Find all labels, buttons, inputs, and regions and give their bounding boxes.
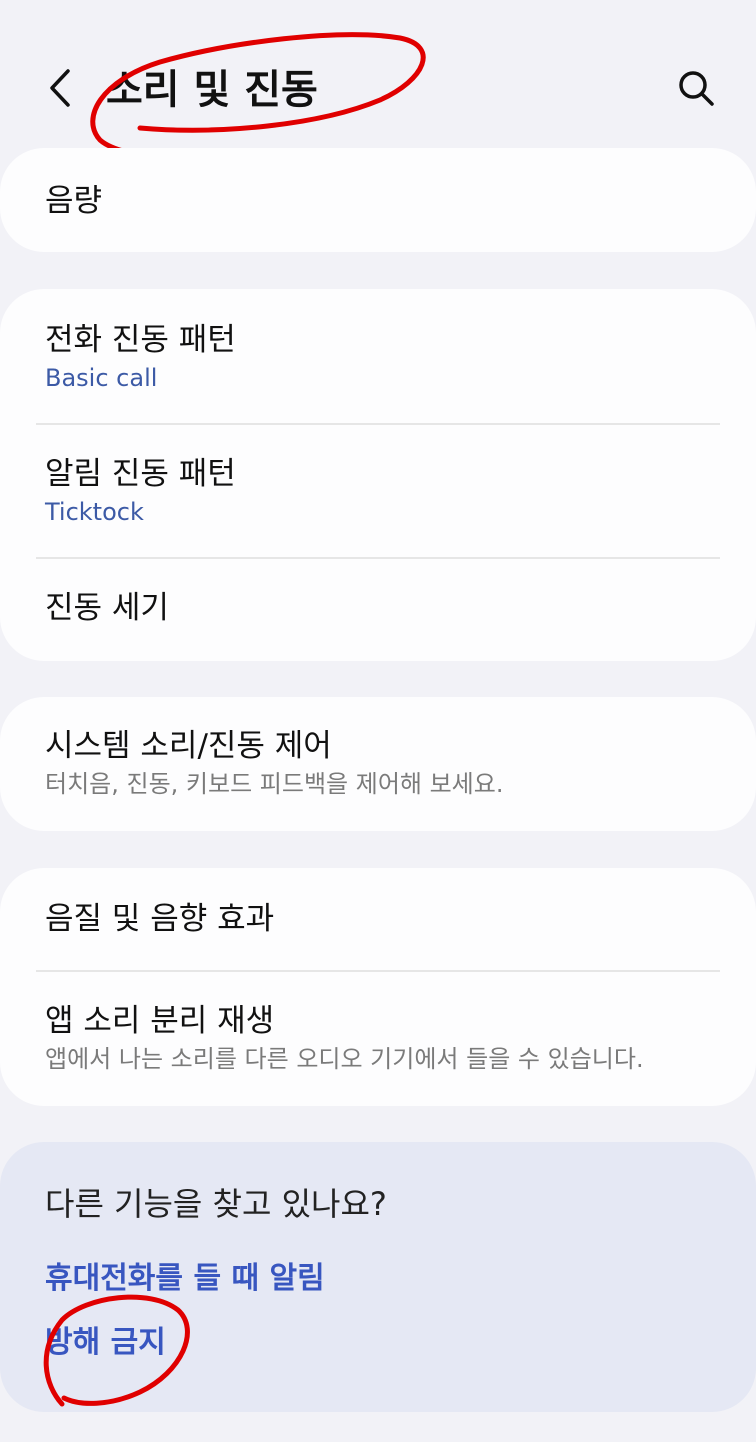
menu-item-title: 알림 진동 패턴 <box>45 456 236 492</box>
chevron-left-icon <box>46 67 74 113</box>
suggestion-link-do-not-disturb[interactable]: 방해 금지 <box>45 1322 166 1364</box>
page-title: 소리 및 진동 <box>106 67 318 113</box>
menu-item-subtitle: 앱에서 나는 소리를 다른 오디오 기기에서 들을 수 있습니다. <box>45 1045 644 1073</box>
menu-item-title: 전화 진동 패턴 <box>45 322 236 358</box>
app-header: 소리 및 진동 <box>0 0 756 150</box>
menu-item-value: Basic call <box>45 364 158 392</box>
menu-item-vibration-intensity[interactable]: 진동 세기 <box>0 559 756 661</box>
suggestions-card: 다른 기능을 찾고 있나요? 휴대전화를 들 때 알림 방해 금지 <box>0 1142 756 1412</box>
menu-item-title: 음량 <box>45 183 103 219</box>
suggestion-link-lift-notification[interactable]: 휴대전화를 들 때 알림 <box>45 1258 325 1300</box>
menu-item-call-vibration-pattern[interactable]: 전화 진동 패턴 Basic call <box>0 289 756 425</box>
menu-item-system-sound-control[interactable]: 시스템 소리/진동 제어 터치음, 진동, 키보드 피드백을 제어해 보세요. <box>0 697 756 831</box>
card-volume: 음량 <box>0 148 756 252</box>
card-system: 시스템 소리/진동 제어 터치음, 진동, 키보드 피드백을 제어해 보세요. <box>0 697 756 831</box>
menu-item-notification-vibration-pattern[interactable]: 알림 진동 패턴 Ticktock <box>0 425 756 559</box>
menu-item-sound-quality[interactable]: 음질 및 음향 효과 <box>0 868 756 972</box>
menu-item-title: 음질 및 음향 효과 <box>45 901 275 937</box>
card-vibration: 전화 진동 패턴 Basic call 알림 진동 패턴 Ticktock 진동… <box>0 289 756 661</box>
search-button[interactable] <box>666 60 726 120</box>
back-button[interactable] <box>30 58 90 122</box>
menu-item-title: 진동 세기 <box>45 590 169 626</box>
card-sound-quality: 음질 및 음향 효과 앱 소리 분리 재생 앱에서 나는 소리를 다른 오디오 … <box>0 868 756 1106</box>
menu-item-title: 시스템 소리/진동 제어 <box>45 728 332 764</box>
menu-item-separate-app-sound[interactable]: 앱 소리 분리 재생 앱에서 나는 소리를 다른 오디오 기기에서 들을 수 있… <box>0 972 756 1106</box>
menu-item-subtitle: 터치음, 진동, 키보드 피드백을 제어해 보세요. <box>45 770 504 798</box>
menu-item-volume[interactable]: 음량 <box>0 148 756 252</box>
menu-item-title: 앱 소리 분리 재생 <box>45 1003 275 1039</box>
menu-item-value: Ticktock <box>45 498 144 526</box>
search-icon <box>677 69 715 111</box>
suggestions-title: 다른 기능을 찾고 있나요? <box>45 1185 387 1223</box>
